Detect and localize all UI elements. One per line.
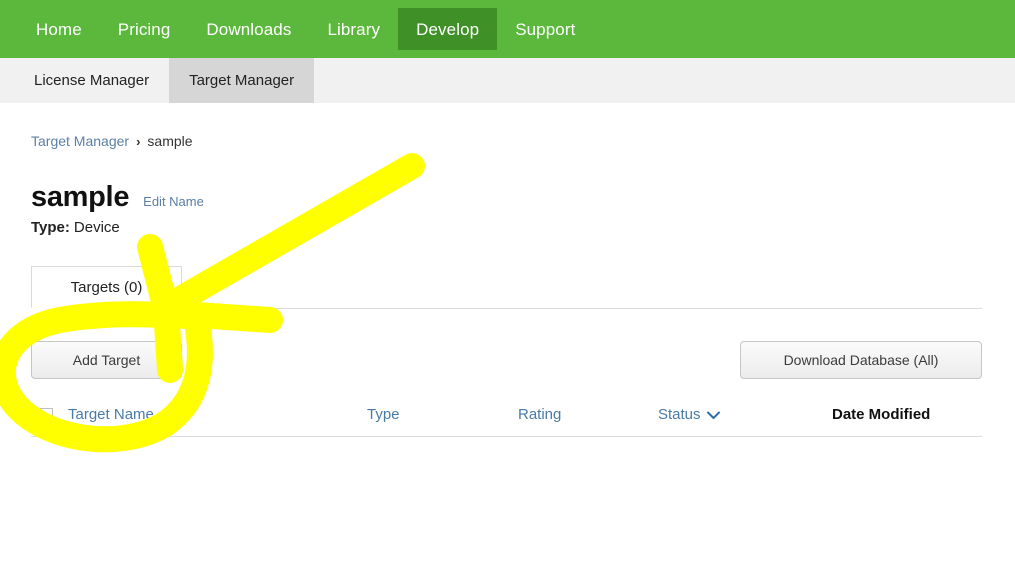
topnav-item-home[interactable]: Home <box>18 0 100 58</box>
breadcrumb-separator-icon: › <box>136 134 141 149</box>
target-type-row: Type: Device <box>31 220 120 235</box>
select-all-checkbox[interactable] <box>40 408 53 421</box>
column-header-status-link[interactable]: Status <box>658 406 701 423</box>
download-database-button[interactable]: Download Database (All) <box>740 341 982 379</box>
topnav-item-downloads[interactable]: Downloads <box>188 0 309 58</box>
sub-navigation-bar: License Manager Target Manager <box>0 58 1015 103</box>
top-navigation-bar: Home Pricing Downloads Library Develop S… <box>0 0 1015 58</box>
page-title: sample <box>31 181 130 213</box>
tab-targets[interactable]: Targets (0) <box>31 266 182 308</box>
target-type-label: Type: <box>31 219 70 236</box>
column-header-rating[interactable]: Rating <box>518 407 561 422</box>
page-content: Target Manager › sample sample Edit Name T… <box>0 103 1015 572</box>
breadcrumb-current: sample <box>147 133 193 149</box>
title-row: sample Edit Name <box>31 183 204 212</box>
chevron-down-icon[interactable] <box>706 408 720 423</box>
column-header-type[interactable]: Type <box>367 407 400 422</box>
edit-name-link[interactable]: Edit Name <box>143 194 204 209</box>
tab-strip: Targets (0) <box>31 266 982 309</box>
topnav-item-pricing[interactable]: Pricing <box>100 0 189 58</box>
tab-strip-divider <box>182 308 982 309</box>
topnav-item-support[interactable]: Support <box>497 0 593 58</box>
column-header-target-name-link[interactable]: Target Name <box>68 406 154 423</box>
breadcrumb: Target Manager › sample <box>31 134 193 148</box>
target-type-value: Device <box>73 219 120 236</box>
targets-table-body-empty <box>31 438 982 538</box>
column-header-rating-link[interactable]: Rating <box>518 406 561 423</box>
topnav-item-develop[interactable]: Develop <box>398 8 498 50</box>
subnav-item-target-manager[interactable]: Target Manager <box>169 58 315 103</box>
column-header-date-modified[interactable]: Date Modified <box>832 407 930 422</box>
breadcrumb-link-target-manager[interactable]: Target Manager <box>31 133 129 149</box>
column-header-target-name[interactable]: Target Name <box>68 407 154 422</box>
column-header-status[interactable]: Status <box>658 407 720 423</box>
targets-table-header: Target Name Type Rating Status Date Modi… <box>31 403 982 437</box>
subnav-item-license-manager[interactable]: License Manager <box>14 58 169 103</box>
column-header-type-link[interactable]: Type <box>367 406 400 423</box>
add-target-button[interactable]: Add Target <box>31 341 182 379</box>
topnav-item-library[interactable]: Library <box>309 0 398 58</box>
